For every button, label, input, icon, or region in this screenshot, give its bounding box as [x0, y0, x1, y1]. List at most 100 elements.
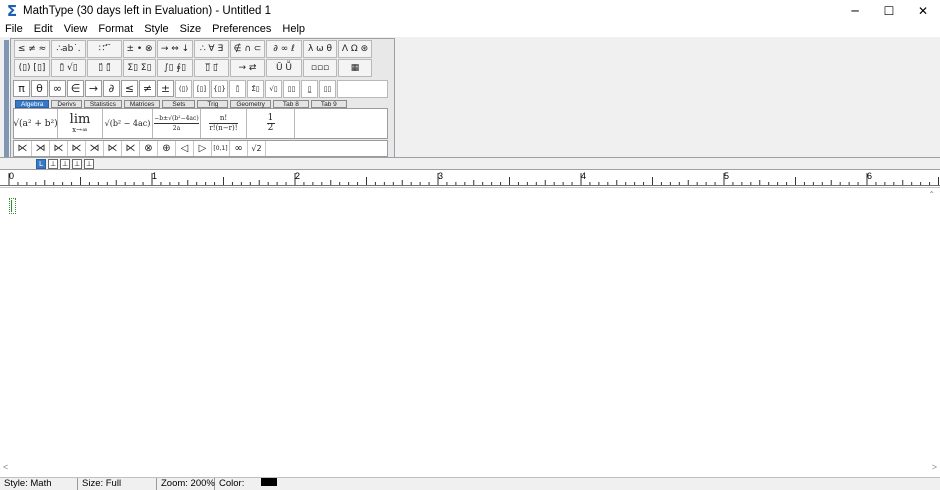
ruler-label-3: 3: [438, 171, 444, 181]
spaces-ellipses-button[interactable]: ∴ab˙.: [51, 40, 86, 58]
fence-templates-button[interactable]: (▯) [▯]: [14, 59, 50, 77]
integral-templates-button[interactable]: ∫▯ ∮▯: [157, 59, 193, 77]
ruler-label-0: 0: [9, 171, 15, 181]
menu-style[interactable]: Style: [139, 21, 174, 37]
not-equal-symbol-button[interactable]: ≠: [139, 80, 156, 97]
misc-symbols-button[interactable]: ∂ ∞ ℓ: [266, 40, 302, 58]
circled-plus-symbol-button[interactable]: ⊕: [158, 141, 176, 156]
braces-template-button[interactable]: {▯}: [211, 80, 228, 98]
fraction-template-button[interactable]: ▯̄: [229, 80, 246, 98]
bowtie-symbol-button[interactable]: ⋉: [50, 141, 68, 156]
empty-slot[interactable]: [9, 198, 16, 214]
interval-symbol-button[interactable]: [0,1]: [212, 141, 230, 156]
menu-view[interactable]: View: [59, 21, 94, 37]
menu-file[interactable]: File: [0, 21, 29, 37]
tabstop-toolbar: L ⊥ ⊥ ⊥ ⊥: [0, 158, 940, 170]
menu-edit[interactable]: Edit: [29, 21, 59, 37]
left-tab-stop-button[interactable]: L: [36, 159, 46, 169]
tab-matrices[interactable]: Matrices: [123, 100, 161, 108]
arrow-symbols-button[interactable]: → ⇔ ↓: [157, 40, 193, 58]
maximize-icon[interactable]: ☐: [872, 0, 906, 21]
rtimes-symbol-button[interactable]: ⋊: [32, 141, 50, 156]
products-set-templates-button[interactable]: Ū Ṻ: [266, 59, 302, 77]
infinity-loop-symbol-button[interactable]: ∞: [230, 141, 248, 156]
ltimes-symbol-button[interactable]: ⋉: [14, 141, 32, 156]
equation-editing-area[interactable]: ⌃ < >: [0, 187, 940, 472]
infinity-symbol-button[interactable]: ∞: [49, 80, 66, 97]
close-icon[interactable]: ✕: [906, 0, 940, 21]
menu-size[interactable]: Size: [175, 21, 207, 37]
sub-superscript-template-button[interactable]: ▯▯: [319, 80, 336, 98]
right-semidirect-symbol-button[interactable]: ⋊: [86, 141, 104, 156]
minimize-icon[interactable]: ─: [838, 0, 872, 21]
scroll-left-icon[interactable]: <: [3, 462, 8, 472]
sqrt-two-symbol-button[interactable]: √2: [248, 141, 266, 156]
right-triangle-symbol-button[interactable]: ▷: [194, 141, 212, 156]
fraction-radical-templates-button[interactable]: ▯̄ √▯: [51, 59, 86, 77]
discriminant-template-button[interactable]: √(b² − 4ac): [103, 109, 153, 138]
operator-symbols-button[interactable]: ± • ⊗: [123, 40, 156, 58]
matrix-templates-button[interactable]: ▫▫▫: [303, 59, 337, 77]
scroll-up-icon[interactable]: ⌃: [928, 190, 935, 199]
left-join-symbol-button[interactable]: ⋉: [104, 141, 122, 156]
tab-algebra[interactable]: Algebra: [15, 100, 50, 108]
status-size: Size: Full: [78, 478, 157, 490]
ruler-label-4: 4: [581, 171, 587, 181]
greek-lowercase-button[interactable]: λ ω θ: [303, 40, 337, 58]
sum-template-button[interactable]: Σ̄▯: [247, 80, 264, 98]
scroll-right-icon[interactable]: >: [932, 462, 937, 472]
underbar-overbar-templates-button[interactable]: ▯̅ ▯⃗: [194, 59, 229, 77]
ruler-label-5: 5: [724, 171, 730, 181]
less-equal-symbol-button[interactable]: ≤: [121, 80, 138, 97]
left-triangle-symbol-button[interactable]: ◁: [176, 141, 194, 156]
right-tab-stop-button[interactable]: ⊥: [60, 159, 70, 169]
subscript-template-button[interactable]: ▯̲: [301, 80, 318, 98]
logical-symbols-button[interactable]: ∴ ∀ ∃: [194, 40, 229, 58]
greek-uppercase-button[interactable]: Λ Ω ⊛: [338, 40, 372, 58]
circled-times-symbol-button[interactable]: ⊗: [140, 141, 158, 156]
relation-tab-stop-button[interactable]: ⊥: [72, 159, 82, 169]
limit-template-button[interactable]: lim x→∞: [58, 109, 103, 138]
quadratic-denominator: 2a: [172, 125, 181, 132]
menu-preferences[interactable]: Preferences: [207, 21, 277, 37]
pythagorean-template-button[interactable]: √(a² + b²): [14, 109, 58, 138]
menu-help[interactable]: Help: [277, 21, 311, 37]
toolbar-grip[interactable]: [4, 40, 9, 157]
tab-geometry[interactable]: Geometry: [230, 100, 271, 108]
sqrt-template-button[interactable]: √▯: [265, 80, 282, 98]
partial-symbol-button[interactable]: ∂: [103, 80, 120, 97]
plus-minus-symbol-button[interactable]: ±: [157, 80, 174, 97]
tab-derivs[interactable]: Derivs: [51, 100, 82, 108]
tab-sets[interactable]: Sets: [162, 100, 196, 108]
set-theory-symbols-button[interactable]: ∉ ∩ ⊂: [230, 40, 265, 58]
tab-statistics[interactable]: Statistics: [83, 100, 122, 108]
tab-9[interactable]: Tab 9: [310, 100, 347, 108]
quadratic-formula-template-button[interactable]: −b±√(b²−4ac) 2a: [153, 109, 201, 138]
limit-subscript: x→∞: [72, 126, 88, 134]
one-half-numerator: 1: [267, 113, 274, 123]
superscript-template-button[interactable]: ▯▯: [283, 80, 300, 98]
brackets-template-button[interactable]: [▯]: [193, 80, 210, 98]
embellishments-button[interactable]: ∷ ⃗ ⃛: [87, 40, 122, 58]
element-of-symbol-button[interactable]: ∈: [67, 80, 84, 97]
left-semidirect-symbol-button[interactable]: ⋉: [68, 141, 86, 156]
full-join-symbol-button[interactable]: ⋉: [122, 141, 140, 156]
parentheses-template-button[interactable]: (▯): [175, 80, 192, 98]
relational-symbols-button[interactable]: ≤ ≠ ≈: [14, 40, 50, 58]
menu-format[interactable]: Format: [93, 21, 139, 37]
summation-templates-button[interactable]: Σ▯ Σ▯: [123, 59, 156, 77]
center-tab-stop-button[interactable]: ⊥: [48, 159, 58, 169]
right-arrow-symbol-button[interactable]: →: [85, 80, 102, 97]
combination-template-button[interactable]: n! r!(n−r)!: [201, 109, 247, 138]
one-half-template-button[interactable]: 1 2: [247, 109, 295, 138]
matrix-grid-button[interactable]: ▦: [338, 59, 372, 77]
subscript-superscript-templates-button[interactable]: ▯̈ ▯̃: [87, 59, 122, 77]
ruler[interactable]: 0 1 2 3 4 5 6: [0, 171, 940, 186]
pi-symbol-button[interactable]: π: [13, 80, 30, 97]
theta-symbol-button[interactable]: θ: [31, 80, 48, 97]
decimal-tab-stop-button[interactable]: ⊥: [84, 159, 94, 169]
tab-8[interactable]: Tab 8: [272, 100, 309, 108]
small-symbol-bar: π θ ∞ ∈ → ∂ ≤ ≠ ± (▯) [▯] {▯} ▯̄ Σ̄▯ √▯ …: [13, 80, 389, 98]
labeled-arrow-templates-button[interactable]: → ⇄: [230, 59, 265, 77]
tab-trig[interactable]: Trig: [197, 100, 229, 108]
